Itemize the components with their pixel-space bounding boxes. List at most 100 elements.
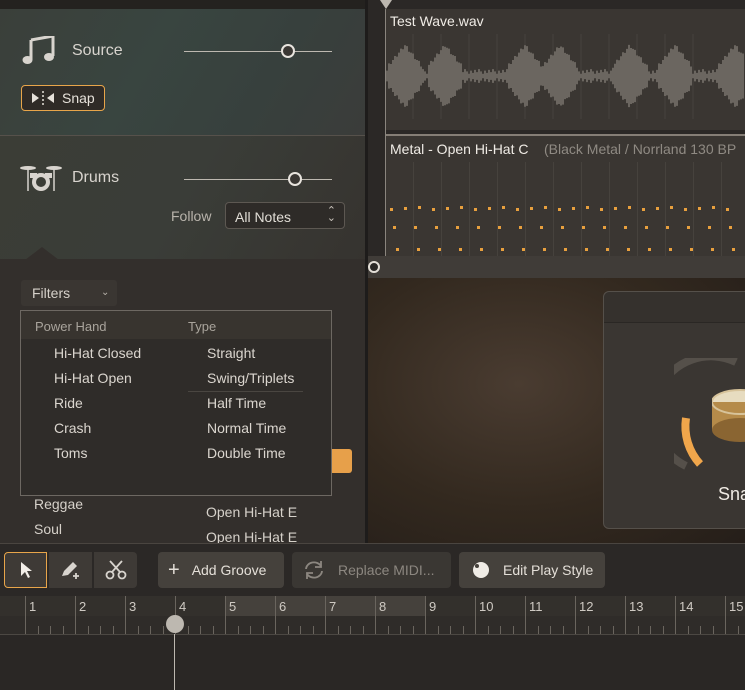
midi-hit	[666, 226, 669, 229]
beat-tick	[362, 626, 364, 634]
midi-hit	[670, 206, 673, 209]
midi-hit	[600, 208, 603, 211]
midi-hit	[614, 207, 617, 210]
source-volume-slider[interactable]	[184, 44, 332, 65]
midi-hit	[712, 206, 715, 209]
pencil-tool-button[interactable]	[49, 552, 92, 588]
midi-hit	[459, 248, 462, 251]
midi-hit	[627, 248, 630, 251]
music-note-icon	[22, 36, 55, 64]
snap-label: Snap	[62, 90, 95, 106]
replace-midi-button[interactable]: Replace MIDI...	[292, 552, 451, 588]
audio-track-title: Test Wave.wav	[390, 13, 484, 29]
midi-track[interactable]: Metal - Open Hi-Hat C (Black Metal / Nor…	[385, 134, 745, 258]
pointer-tool-button[interactable]	[4, 552, 47, 588]
midi-hit	[572, 207, 575, 210]
power-hand-header: Power Hand	[35, 319, 107, 334]
midi-hit	[516, 208, 519, 211]
midi-hit	[648, 248, 651, 251]
grid-line	[665, 162, 666, 256]
beat-tick	[250, 626, 251, 634]
beat-tick	[100, 626, 101, 634]
add-groove-button[interactable]: + Add Groove	[158, 552, 284, 588]
bar-number: 4	[179, 599, 187, 614]
audio-waveform	[385, 34, 744, 119]
follow-select[interactable]: All Notes ⌃ ⌄	[225, 202, 345, 229]
beat-tick	[662, 626, 664, 634]
beat-tick	[350, 626, 351, 634]
selected-item-indicator	[332, 449, 352, 473]
timeline-playhead-line	[174, 634, 175, 690]
genre-item[interactable]: Reggae	[34, 496, 83, 512]
midi-hit	[586, 206, 589, 209]
midi-hit	[669, 248, 672, 251]
beat-tick	[150, 626, 151, 634]
midi-hit	[544, 206, 547, 209]
beat-tick	[612, 626, 614, 634]
beat-tick	[537, 626, 539, 634]
track-scrollbar[interactable]	[368, 256, 745, 278]
filter-power-hand-option[interactable]: Toms	[54, 445, 87, 461]
midi-hit	[418, 206, 421, 209]
scissors-tool-button[interactable]	[94, 552, 137, 588]
bar-number: 2	[79, 599, 87, 614]
midi-hit	[732, 248, 735, 251]
timeline-playhead-marker[interactable]	[165, 614, 185, 636]
snap-button[interactable]: Snap	[21, 85, 105, 111]
filter-power-hand-option[interactable]: Hi-Hat Open	[54, 370, 132, 386]
midi-hit	[711, 248, 714, 251]
filter-power-hand-option[interactable]: Ride	[54, 395, 83, 411]
midi-hit	[432, 208, 435, 211]
filter-type-option[interactable]: Half Time	[207, 395, 266, 411]
hit-item[interactable]: Open Hi-Hat E	[206, 504, 297, 520]
midi-hit	[404, 207, 407, 210]
drums-slider-knob[interactable]	[288, 172, 302, 186]
drum-card[interactable]: Sna	[603, 291, 745, 529]
audio-track[interactable]: Test Wave.wav	[385, 9, 745, 130]
bar-number: 3	[129, 599, 137, 614]
midi-hit	[708, 226, 711, 229]
playhead-top-marker[interactable]	[379, 0, 393, 12]
filter-type-option[interactable]: Straight	[207, 345, 255, 361]
beat-tick	[237, 626, 239, 634]
midi-hit	[729, 226, 732, 229]
midi-hit	[690, 248, 693, 251]
drums-volume-slider[interactable]	[184, 172, 332, 193]
source-slider-knob[interactable]	[281, 44, 295, 58]
bar-tick	[125, 596, 126, 634]
beat-tick	[112, 626, 114, 634]
beat-tick	[462, 626, 464, 634]
midi-hit	[585, 248, 588, 251]
plus-icon: +	[168, 558, 180, 581]
grid-line	[441, 162, 442, 256]
grid-line	[469, 162, 470, 256]
beat-tick	[687, 626, 689, 634]
bar-tick	[75, 596, 76, 634]
drum-card-label: Sna	[718, 484, 745, 504]
filter-type-option[interactable]: Normal Time	[207, 420, 286, 436]
bar-number: 13	[629, 599, 644, 614]
filter-power-hand-option[interactable]: Crash	[54, 420, 91, 436]
midi-hit	[414, 226, 417, 229]
hit-item[interactable]: Open Hi-Hat E	[206, 529, 297, 543]
timeline[interactable]: 1 2 3 4 5 6 7 8 9 10 11 12 13 14 15	[0, 596, 745, 690]
filter-power-hand-option[interactable]: Hi-Hat Closed	[54, 345, 141, 361]
follow-label: Follow	[171, 208, 212, 224]
genre-item[interactable]: Soul	[34, 521, 62, 537]
grid-line	[525, 162, 526, 256]
beat-tick	[262, 626, 264, 634]
beat-tick	[400, 626, 401, 634]
filters-dropdown[interactable]: Filters ⌄	[21, 280, 117, 306]
edit-play-style-button[interactable]: Edit Play Style	[459, 552, 605, 588]
track-resize-handle[interactable]	[368, 261, 380, 273]
filter-type-option[interactable]: Swing/Triplets	[207, 370, 294, 386]
drums-title: Drums	[72, 169, 120, 186]
beat-tick	[700, 626, 701, 634]
filter-type-option[interactable]: Double Time	[207, 445, 286, 461]
beat-tick	[512, 626, 514, 634]
beat-tick	[37, 626, 39, 634]
up-down-chevron-icon: ⌃ ⌄	[326, 205, 336, 224]
grid-line	[721, 162, 722, 256]
beat-tick	[550, 626, 551, 634]
filters-popup: Power Hand Type Hi-Hat Closed Hi-Hat Ope…	[20, 310, 332, 496]
